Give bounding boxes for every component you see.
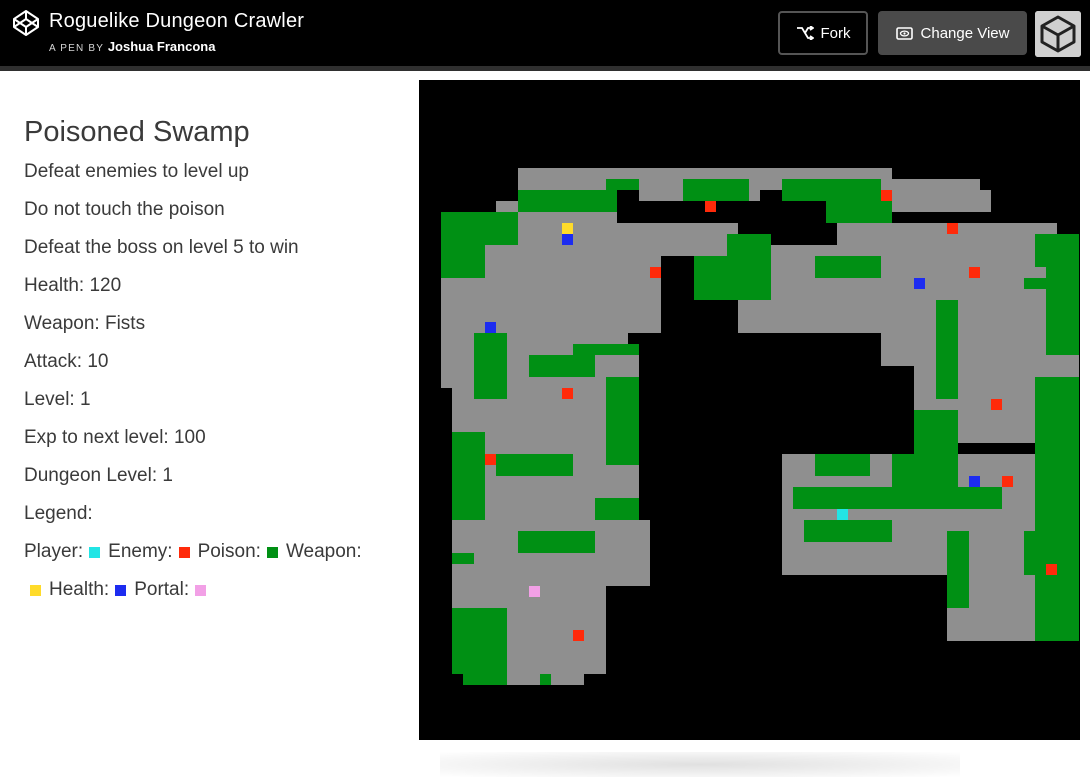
legend-row-1: Player: Enemy: Poison: Weapon: — [24, 541, 362, 563]
enemy-marker — [705, 201, 716, 212]
attack-stat: Attack: 10 — [24, 351, 109, 372]
pen-title[interactable]: Roguelike Dungeon Crawler — [49, 10, 304, 33]
poison-tile — [1024, 278, 1046, 289]
enemy-marker — [650, 267, 661, 278]
poison-tile — [540, 674, 551, 685]
poison-tile — [793, 487, 1002, 509]
enemy-marker — [1002, 476, 1013, 487]
health-marker — [914, 278, 925, 289]
poison-tile — [892, 454, 914, 487]
dungeon-map[interactable] — [419, 80, 1080, 740]
legend-player-swatch — [89, 546, 101, 558]
floor-tile — [881, 190, 991, 212]
enemy-marker — [969, 267, 980, 278]
legend-row-2: Health: Portal: — [24, 579, 214, 601]
poison-tile — [815, 454, 870, 476]
enemy-marker — [562, 388, 573, 399]
poison-tile — [463, 674, 507, 685]
poison-tile — [947, 531, 969, 608]
instruction-2: Do not touch the poison — [24, 199, 225, 220]
enemy-marker — [881, 190, 892, 201]
instruction-1: Defeat enemies to level up — [24, 161, 249, 182]
enemy-marker — [573, 630, 584, 641]
poison-tile — [595, 498, 639, 520]
poison-tile — [474, 333, 507, 399]
dungeon-map-canvas — [441, 168, 1079, 685]
legend-enemy-label: Enemy: — [108, 541, 173, 562]
poison-tile — [441, 245, 485, 278]
poison-tile — [1035, 234, 1079, 267]
dungeon-name: Poisoned Swamp — [24, 116, 250, 148]
fork-label: Fork — [820, 24, 851, 42]
poison-tile — [815, 256, 881, 278]
legend-poison-swatch — [266, 546, 278, 558]
legend-player-label: Player: — [24, 541, 84, 562]
player-marker — [837, 509, 848, 520]
level-stat: Level: 1 — [24, 389, 91, 410]
poison-tile — [452, 608, 507, 674]
poison-tile — [694, 256, 771, 300]
health-stat: Health: 120 — [24, 275, 122, 296]
enemy-marker — [1046, 564, 1057, 575]
board-shadow — [440, 752, 960, 777]
avatar-cube-icon — [1035, 11, 1081, 57]
poison-tile — [683, 179, 749, 201]
change-view-label: Change View — [920, 24, 1010, 42]
poison-tile — [804, 520, 892, 542]
pen-header: Roguelike Dungeon Crawler A PEN BY Joshu… — [0, 0, 1090, 66]
poison-tile — [452, 432, 485, 520]
poison-tile — [518, 190, 617, 212]
user-avatar[interactable] — [1035, 11, 1081, 57]
instruction-3: Defeat the boss on level 5 to win — [24, 237, 299, 258]
author-link[interactable]: Joshua Francona — [108, 39, 216, 54]
exp-stat: Exp to next level: 100 — [24, 427, 206, 448]
legend-weapon-swatch — [30, 584, 41, 596]
enemy-marker — [485, 454, 496, 465]
poison-tile — [452, 553, 474, 564]
legend-title: Legend: — [24, 503, 93, 524]
poison-tile — [518, 531, 595, 553]
poison-tile — [1035, 575, 1079, 641]
legend-health-label: Health: — [49, 579, 110, 600]
weapon-marker — [562, 223, 573, 234]
poison-tile — [496, 454, 573, 476]
poison-tile — [573, 344, 639, 355]
poison-tile — [606, 179, 639, 190]
legend-poison-label: Poison: — [197, 541, 261, 562]
poison-tile — [1035, 377, 1079, 531]
floor-tile — [518, 179, 540, 190]
fork-button[interactable]: Fork — [778, 11, 868, 55]
legend-portal-swatch — [195, 584, 207, 596]
byline-prefix: A PEN BY — [49, 43, 105, 54]
poison-tile — [606, 377, 639, 465]
legend-weapon-label: Weapon: — [285, 541, 362, 562]
poison-tile — [441, 212, 518, 245]
health-marker — [969, 476, 980, 487]
enemy-marker — [991, 399, 1002, 410]
legend-portal-label: Portal: — [134, 579, 190, 600]
legend-enemy-swatch — [178, 546, 190, 558]
poison-tile — [529, 355, 595, 377]
health-marker — [485, 322, 496, 333]
dungeon-level-stat: Dungeon Level: 1 — [24, 465, 173, 486]
legend-health-swatch — [115, 584, 127, 596]
codepen-logo-icon[interactable] — [12, 9, 40, 37]
pen-byline: A PEN BY Joshua Francona — [49, 39, 215, 54]
enemy-marker — [947, 223, 958, 234]
fork-icon — [796, 26, 814, 40]
change-view-button[interactable]: Change View — [878, 11, 1027, 55]
game-info-panel: Poisoned Swamp Defeat enemies to level u… — [0, 71, 415, 777]
weapon-stat: Weapon: Fists — [24, 313, 146, 334]
view-icon — [895, 26, 913, 40]
health-marker — [562, 234, 573, 245]
poison-tile — [1046, 267, 1079, 355]
portal-marker — [529, 586, 540, 597]
poison-tile — [936, 300, 958, 399]
